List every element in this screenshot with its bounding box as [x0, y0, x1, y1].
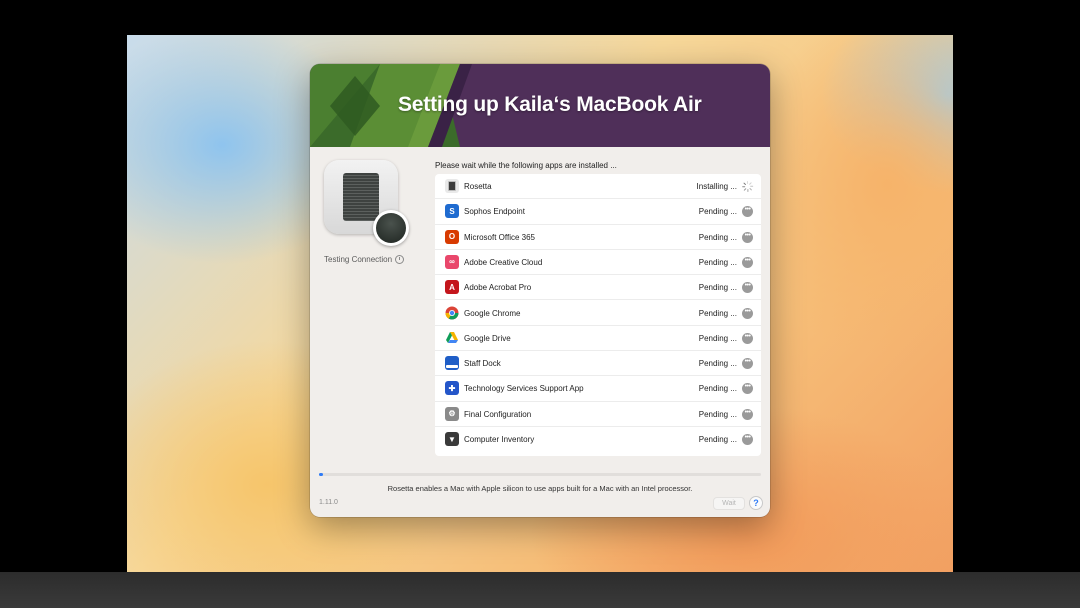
app-row: ∞ Adobe Creative Cloud Pending ... •••	[435, 250, 761, 276]
app-name: Staff Dock	[464, 359, 501, 369]
version-label: 1.11.0	[319, 499, 338, 506]
pending-ellipsis-icon: •••	[742, 408, 753, 420]
pending-ellipsis-icon: •••	[742, 307, 753, 319]
pending-ellipsis-icon: •••	[742, 282, 753, 294]
pending-ellipsis-icon: •••	[742, 256, 753, 268]
app-name: Google Chrome	[464, 308, 521, 318]
pending-ellipsis-icon: •••	[742, 332, 753, 344]
app-row: Google Drive Pending ... •••	[435, 326, 761, 352]
acrobat-icon: A	[445, 280, 459, 295]
chip-graphic	[343, 173, 379, 221]
app-status: Pending ...	[698, 359, 737, 369]
app-name: Technology Services Support App	[464, 384, 584, 394]
app-row: ✚ Technology Services Support App Pending …	[435, 376, 761, 402]
office-icon: O	[445, 229, 459, 244]
inventory-icon: ▼	[445, 432, 459, 446]
app-row: ▼ Computer Inventory Pending ... •••	[435, 427, 761, 452]
clock-icon	[395, 255, 405, 264]
app-status: Pending ...	[698, 283, 737, 293]
chrome-icon	[445, 305, 459, 320]
help-button[interactable]: ?	[749, 496, 763, 510]
sophos-icon: S	[445, 204, 459, 219]
drive-icon	[445, 330, 459, 345]
connection-status: Testing Connection	[324, 255, 405, 264]
pending-ellipsis-icon: •••	[742, 358, 753, 370]
app-status: Pending ...	[698, 232, 737, 242]
screen: Setting up Kaila‘s MacBook Air Testing C…	[0, 0, 1080, 608]
rosetta-icon	[445, 179, 459, 193]
app-row: ⚙ Final Configuration Pending ... •••	[435, 402, 761, 427]
app-row: S Sophos Endpoint Pending ... •••	[435, 199, 761, 225]
app-status: Pending ...	[698, 384, 737, 394]
setup-window: Setting up Kaila‘s MacBook Air Testing C…	[310, 64, 770, 517]
app-row: Staff Dock Pending ... •••	[435, 351, 761, 377]
app-name: Adobe Creative Cloud	[464, 257, 543, 267]
app-status: Pending ...	[698, 333, 737, 343]
staff-dock-icon	[445, 356, 459, 371]
creative-cloud-icon: ∞	[445, 254, 459, 269]
pending-ellipsis-icon: •••	[742, 231, 753, 243]
app-name: Google Drive	[464, 333, 511, 343]
status-message: Rosetta enables a Mac with Apple silicon…	[387, 484, 693, 493]
app-status: Installing ...	[696, 182, 737, 191]
app-status: Pending ...	[698, 257, 737, 267]
app-status: Pending ...	[698, 409, 737, 419]
app-row: Rosetta Installing ...	[435, 174, 761, 200]
pending-ellipsis-icon: •••	[742, 383, 753, 395]
app-store-badge-icon	[373, 210, 409, 246]
app-row: A Adobe Acrobat Pro Pending ... •••	[435, 275, 761, 301]
app-name: Adobe Acrobat Pro	[464, 283, 532, 293]
banner: Setting up Kaila‘s MacBook Air	[310, 64, 770, 147]
app-status: Pending ...	[698, 207, 737, 217]
pending-ellipsis-icon: •••	[742, 434, 753, 445]
app-name: Rosetta	[464, 182, 492, 191]
app-name: Microsoft Office 365	[464, 232, 535, 242]
progress-bar	[319, 473, 761, 476]
app-name: Final Configuration	[464, 409, 532, 419]
window-title: Setting up Kaila‘s MacBook Air	[398, 93, 702, 116]
app-row: Google Chrome Pending ... •••	[435, 301, 761, 326]
app-name: Computer Inventory	[464, 435, 535, 444]
connection-status-label: Testing Connection	[324, 255, 393, 264]
progress-fill	[319, 473, 324, 476]
app-name: Sophos Endpoint	[464, 207, 525, 217]
support-app-icon: ✚	[445, 381, 459, 396]
pending-ellipsis-icon: •••	[742, 206, 753, 218]
install-intro-text: Please wait while the following apps are…	[435, 161, 617, 170]
settings-gear-icon: ⚙	[445, 406, 459, 421]
app-install-list: Rosetta Installing ... S Sophos Endpoint Pen…	[435, 174, 761, 456]
app-row: O Microsoft Office 365 Pending ... •••	[435, 225, 761, 250]
loading-spinner-icon	[742, 181, 754, 192]
wait-button[interactable]: Wait	[713, 497, 745, 510]
app-status: Pending ...	[698, 308, 737, 318]
app-status: Pending ...	[698, 435, 737, 444]
